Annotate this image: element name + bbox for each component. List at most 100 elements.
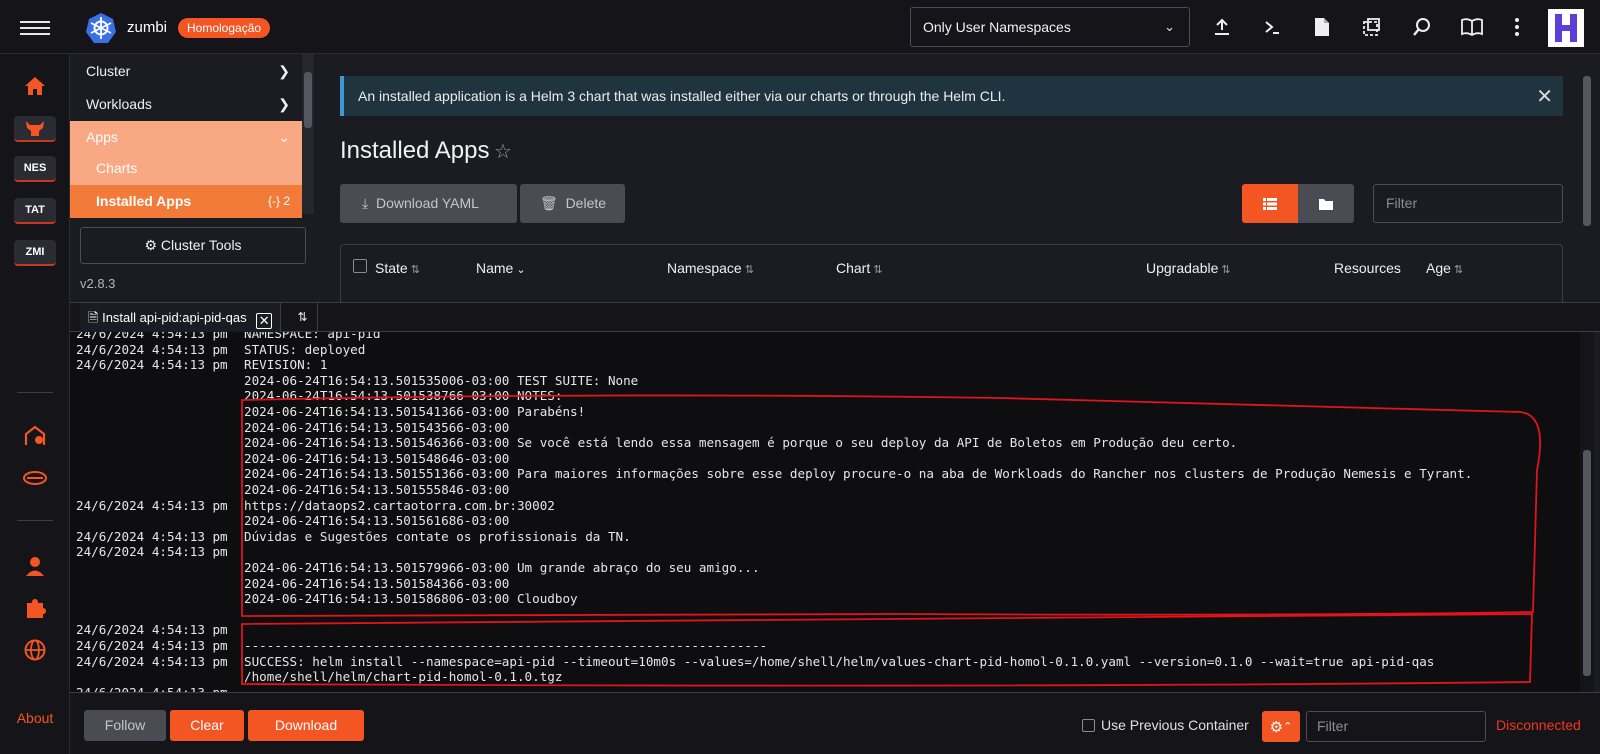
info-banner-text: An installed application is a Helm 3 cha… xyxy=(358,88,1006,104)
nav-installed-apps-label: Installed Apps xyxy=(96,193,192,209)
expand-collapse-icon[interactable]: ⇅ xyxy=(288,303,318,332)
close-icon[interactable]: ✕ xyxy=(1536,84,1553,109)
rail-divider xyxy=(17,520,53,521)
use-previous-container-option[interactable]: Use Previous Container xyxy=(1082,717,1249,733)
log-scrollbar[interactable] xyxy=(1580,332,1594,692)
nav-charts-label: Charts xyxy=(96,160,138,176)
namespace-select-value: Only User Namespaces xyxy=(923,19,1071,35)
log-message: /home/shell/helm/chart-pid-homol-0.1.0.t… xyxy=(244,669,563,685)
use-previous-container-label: Use Previous Container xyxy=(1101,717,1249,733)
log-message: 2024-06-24T16:54:13.501551366-03:00 Para… xyxy=(244,466,1473,482)
upload-icon[interactable] xyxy=(1209,14,1235,40)
namespace-select[interactable]: Only User Namespaces ⌄ xyxy=(910,7,1190,47)
cluster-tat-badge[interactable]: TAT xyxy=(14,198,56,224)
delete-label: Delete xyxy=(565,195,607,211)
list-view-icon[interactable] xyxy=(1242,184,1298,223)
terminal-icon[interactable] xyxy=(1259,14,1285,40)
gear-icon: ⚙ xyxy=(1269,718,1284,736)
column-state[interactable]: State ⇅ xyxy=(375,260,420,276)
cluster-tools-button[interactable]: ⚙ Cluster Tools xyxy=(80,227,306,264)
folder-view-icon[interactable] xyxy=(1298,184,1354,223)
puzzle-icon[interactable] xyxy=(14,594,56,622)
log-filter-input[interactable]: Filter xyxy=(1306,711,1486,742)
log-message: 2024-06-24T16:54:13.501579966-03:00 Um g… xyxy=(244,560,760,575)
column-age-label: Age xyxy=(1426,260,1451,276)
more-vertical-icon[interactable] xyxy=(1504,14,1530,40)
fleet-icon[interactable] xyxy=(14,422,56,450)
globe-icon[interactable] xyxy=(14,636,56,664)
log-message: STATUS: deployed xyxy=(244,341,366,357)
column-age[interactable]: Age ⇅ xyxy=(1426,260,1463,276)
user-icon[interactable] xyxy=(14,552,56,580)
side-nav-scrollbar[interactable] xyxy=(302,54,314,214)
nav-installed-apps[interactable]: Installed Apps {-} 2 xyxy=(70,185,302,218)
log-message: 2024-06-24T16:54:13.501555846-03:00 xyxy=(244,482,510,497)
nav-charts[interactable]: Charts xyxy=(70,152,302,185)
cluster-zumbi-icon[interactable] xyxy=(14,116,56,142)
sort-icon: ⇅ xyxy=(744,264,754,276)
connection-status: Disconnected xyxy=(1496,717,1581,733)
download-button[interactable]: Download xyxy=(248,710,364,741)
extensions-icon[interactable] xyxy=(14,464,56,492)
settings-dropdown-button[interactable]: ⚙ ⌃ xyxy=(1262,711,1300,742)
log-timestamp: 24/6/2024 4:54:13 pm xyxy=(76,638,228,653)
chevron-down-icon: ⌄ xyxy=(1164,19,1175,34)
log-timestamp: 24/6/2024 4:54:13 pm xyxy=(76,357,228,373)
follow-button[interactable]: Follow xyxy=(84,710,166,741)
log-message: 2024-06-24T16:54:13.501543566-03:00 xyxy=(244,419,510,435)
filter-input[interactable]: Filter xyxy=(1373,184,1563,223)
select-all-checkbox[interactable] xyxy=(353,259,367,273)
nav-workloads[interactable]: Workloads ❯ xyxy=(70,88,302,121)
cluster-tools-label: Cluster Tools xyxy=(160,237,242,253)
delete-button[interactable]: 🗑 Delete xyxy=(520,184,625,223)
user-avatar[interactable] xyxy=(1548,9,1584,47)
use-previous-container-checkbox[interactable] xyxy=(1082,719,1095,732)
log-line: 2024-06-24T16:54:13.501535006-03:00 TEST… xyxy=(76,373,638,389)
rail-divider xyxy=(17,392,53,393)
sort-icon: ⇅ xyxy=(1221,264,1231,276)
log-line: 2024-06-24T16:54:13.501543566-03:00 xyxy=(76,420,509,436)
log-message: 2024-06-24T16:54:13.501535006-03:00 TEST… xyxy=(244,372,639,388)
chevron-down-icon: ⌄ xyxy=(278,129,290,145)
shell-tab[interactable]: 🗎 Install api-pid:api-pid-qas ✕ xyxy=(80,303,282,332)
column-chart[interactable]: Chart ⇅ xyxy=(836,260,882,276)
log-line: 2024-06-24T16:54:13.501586806-03:00 Clou… xyxy=(76,591,578,607)
cluster-zmi-badge[interactable]: ZMI xyxy=(14,240,56,266)
column-upgradable[interactable]: Upgradable ⇅ xyxy=(1146,260,1231,276)
file-icon[interactable] xyxy=(1309,14,1335,40)
close-tab-icon[interactable]: ✕ xyxy=(256,313,273,329)
column-name[interactable]: Name ⌄ xyxy=(476,260,526,276)
shell-tab-label: Install api-pid:api-pid-qas xyxy=(102,310,247,325)
log-line: 2024-06-24T16:54:13.501538766-03:00 NOTE… xyxy=(76,388,562,404)
log-message: ----------------------------------------… xyxy=(244,638,768,653)
nav-cluster[interactable]: Cluster ❯ xyxy=(70,55,302,88)
search-icon[interactable] xyxy=(1409,14,1435,40)
log-timestamp: 24/6/2024 4:54:13 pm xyxy=(76,685,244,692)
log-output[interactable]: 24/6/2024 4:54:13 pm NAMESPACE: api-pid 24… xyxy=(70,332,1580,692)
log-message: 2024-06-24T16:54:13.501541366-03:00 Para… xyxy=(244,404,586,419)
column-resources-label: Resources xyxy=(1334,260,1401,276)
chevron-up-icon: ⌃ xyxy=(1283,721,1293,733)
copy-config-icon[interactable] xyxy=(1359,14,1385,40)
log-message: 2024-06-24T16:54:13.501538766-03:00 NOTE… xyxy=(244,388,563,404)
main-scrollbar[interactable] xyxy=(1580,64,1594,302)
nav-apps[interactable]: Apps ⌄ xyxy=(70,121,302,154)
column-namespace[interactable]: Namespace ⇅ xyxy=(667,260,754,276)
chevron-right-icon: ❯ xyxy=(278,96,290,112)
cluster-nes-badge[interactable]: NES xyxy=(14,156,56,182)
hamburger-menu-icon[interactable] xyxy=(20,17,50,39)
home-icon[interactable] xyxy=(14,72,56,100)
about-link[interactable]: About xyxy=(0,710,70,726)
side-nav: Cluster ❯ Workloads ❯ Apps ⌄ Charts Inst… xyxy=(70,54,316,302)
book-icon[interactable] xyxy=(1459,14,1485,40)
download-yaml-button[interactable]: ⤓ Download YAML xyxy=(340,184,517,223)
log-line: 24/6/2024 4:54:13 pm REVISION: 1 xyxy=(76,357,327,373)
favorite-star-icon[interactable]: ☆ xyxy=(494,139,512,164)
log-timestamp: 24/6/2024 4:54:13 pm xyxy=(76,528,228,544)
log-line: 2024-06-24T16:54:13.501584366-03:00 xyxy=(76,576,509,592)
version-label: v2.8.3 xyxy=(80,276,116,291)
log-line: 24/6/2024 4:54:13 pm Dúvidas e Sugestões … xyxy=(76,529,631,545)
clear-button[interactable]: Clear xyxy=(170,710,244,741)
gear-icon: ⚙ xyxy=(144,237,157,253)
log-message: 2024-06-24T16:54:13.501561686-03:00 xyxy=(244,513,510,529)
